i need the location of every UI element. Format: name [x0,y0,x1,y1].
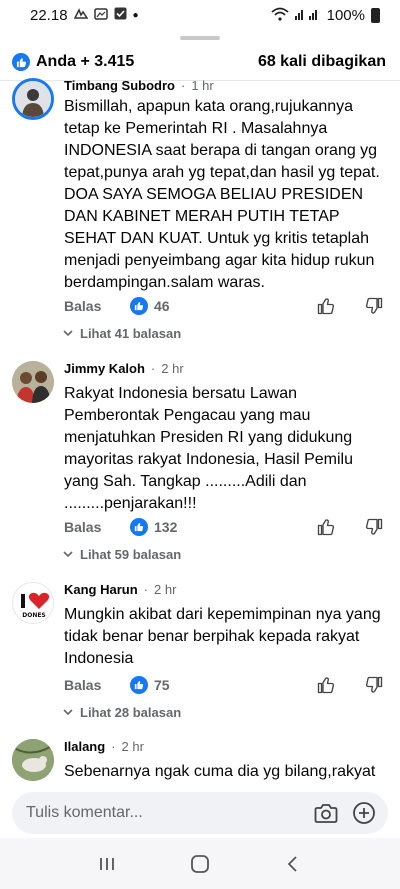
gallery-icon [93,7,108,23]
like-count: 132 [154,519,178,535]
downvote-icon[interactable] [364,517,384,537]
check-square-icon [114,7,127,23]
sheet-grabber-handle[interactable] [180,36,220,40]
vote-icons [316,517,384,537]
vote-icons [316,675,384,695]
vote-icons [316,296,384,316]
like-reaction-icon [130,518,148,536]
comment-header: Jimmy Kaloh · 2 hr [64,361,184,376]
chevron-down-icon [63,709,73,716]
view-replies-button[interactable]: Lihat 41 balasan [62,323,181,343]
comment-author[interactable]: Ilalang [64,739,105,754]
comment-time-separator: · [143,582,149,597]
like-reaction-icon [130,297,148,315]
comment-time-separator: · [150,361,156,376]
like-count: 75 [154,677,170,693]
like-count-button[interactable]: 75 [130,676,170,694]
svg-text:DONES: DONES [22,612,46,619]
reply-button[interactable]: Balas [64,677,130,693]
avatar[interactable] [12,78,54,120]
back-icon[interactable] [273,844,313,884]
comment-header: Kang Harun · 2 hr [64,582,176,597]
status-bar: 22.18 ● 100% [0,0,400,30]
upvote-icon[interactable] [316,517,336,537]
clock: 22.18 [30,6,68,24]
battery-percent: 100% [326,6,365,24]
recent-apps-icon[interactable] [87,844,127,884]
status-right: 100% [271,7,380,24]
comment-time[interactable]: 2 hr [161,361,183,376]
home-icon[interactable] [180,844,220,884]
shares-count[interactable]: 68 kali dibagikan [258,53,386,71]
like-count-button[interactable]: 132 [130,518,177,536]
profile-photo-icon [12,361,54,403]
comment-composer [0,788,400,838]
comment-header: Timbang Subodro · 1 hr [64,78,214,93]
comment-header: Ilalang · 2 hr [64,739,144,754]
i-love-indonesia-logo: DONES [13,583,53,623]
comment-author[interactable]: Jimmy Kaloh [64,361,145,376]
upvote-icon[interactable] [316,675,336,695]
battery-icon [371,7,380,23]
like-count-button[interactable]: 46 [130,297,170,315]
comment-author[interactable]: Kang Harun [64,582,138,597]
comment-actions: Balas 46 [64,294,384,318]
status-left: 22.18 ● [30,7,139,24]
comment-time-separator: · [180,78,186,93]
notification-icon [73,7,88,23]
chevron-down-icon [63,330,73,337]
avatar[interactable] [12,739,54,781]
upvote-icon[interactable] [316,296,336,316]
comment-time-separator: · [111,739,116,754]
wifi-icon [271,7,289,24]
notification-dot-icon: ● [132,9,139,21]
reactions-summary: Anda + 3.415 68 kali dibagikan [12,50,386,74]
reply-button[interactable]: Balas [64,519,130,535]
profile-photo-icon [12,739,54,781]
add-icon[interactable] [350,799,378,827]
like-count: 46 [154,298,170,314]
like-reaction-icon [12,53,30,71]
downvote-icon[interactable] [364,675,384,695]
signal-icon [294,7,321,23]
avatar[interactable]: DONES [12,582,54,624]
comment-text: Rakyat Indonesia bersatu Lawan Pemberont… [64,385,354,512]
view-replies-label: Lihat 28 balasan [80,704,182,720]
comment-time[interactable]: 2 hr [122,739,144,754]
system-navigation-bar [0,838,400,889]
avatar[interactable] [12,361,54,403]
like-reaction-icon [130,676,148,694]
comment-actions: Balas 75 [64,673,384,697]
comment-item: Ilalang · 2 hr Sebenarnya ngak cuma dia … [0,739,400,788]
comment-author[interactable]: Timbang Subodro [64,78,175,93]
view-replies-button[interactable]: Lihat 59 balasan [62,544,181,564]
comment-text: Sebenarnya ngak cuma dia yg bilang,rakya… [64,763,376,780]
comment-time[interactable]: 2 hr [154,582,176,597]
chevron-down-icon [63,551,73,558]
view-replies-label: Lihat 41 balasan [80,325,182,341]
view-replies-label: Lihat 59 balasan [80,546,182,562]
camera-icon[interactable] [312,799,340,827]
reactions-count: Anda + 3.415 [36,53,135,70]
profile-photo-icon [15,81,51,117]
downvote-icon[interactable] [364,296,384,316]
composer-box [12,792,388,834]
comment-input[interactable] [26,804,302,822]
comment-actions: Balas 132 [64,515,384,539]
reply-button[interactable]: Balas [64,298,130,314]
comment-text: Bismillah, apapun kata orang,rujukannya … [64,98,380,291]
comment-text: Mungkin akibat dari kepemimpinan nya yan… [64,606,381,667]
view-replies-button[interactable]: Lihat 28 balasan [62,702,181,722]
reactions-count-button[interactable]: Anda + 3.415 [12,53,134,71]
comment-time[interactable]: 1 hr [191,78,213,93]
